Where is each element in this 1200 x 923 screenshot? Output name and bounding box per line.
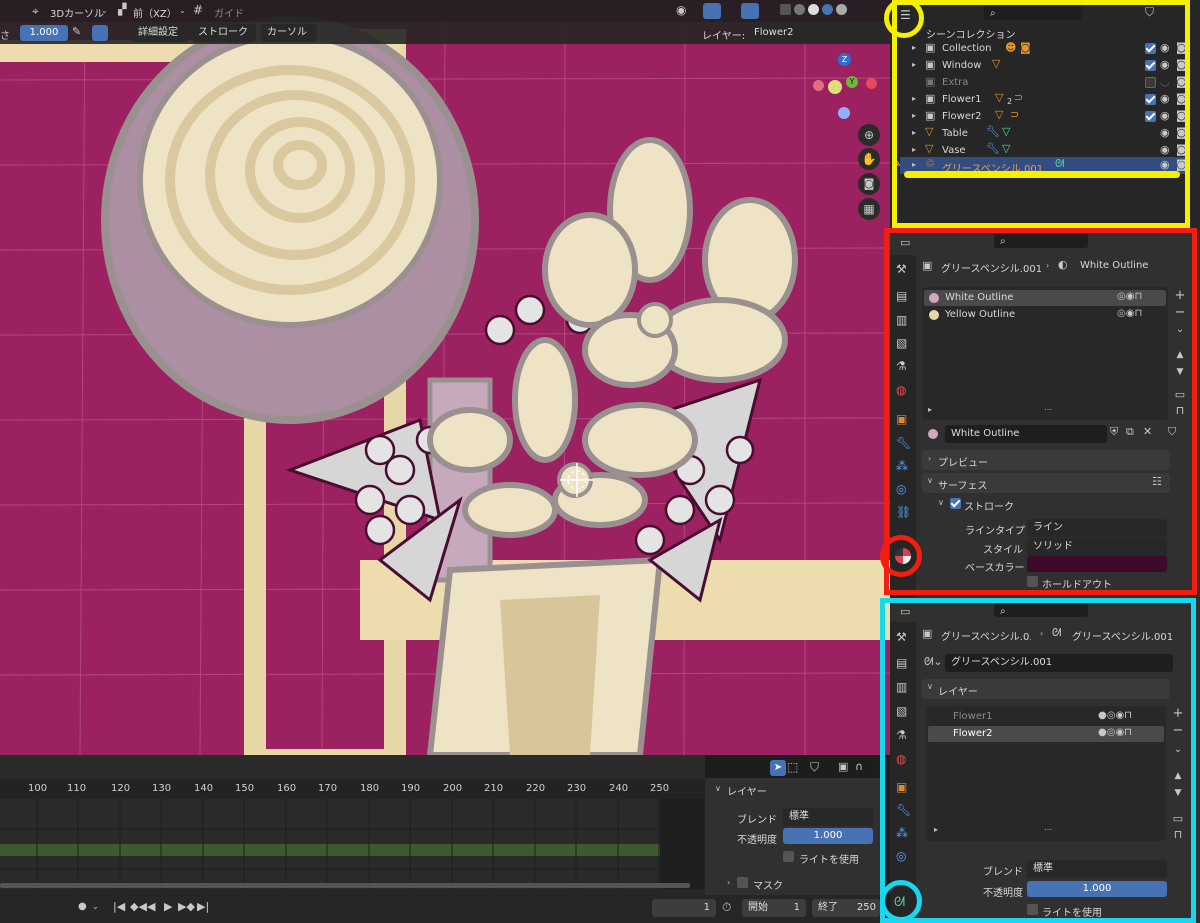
strength-field[interactable]: 1.000 [20,25,68,41]
next-keyframe-icon[interactable]: ▶◆ [178,900,195,913]
play-icon[interactable]: ▶ [164,900,172,913]
gizmo-x-neg[interactable] [813,80,824,91]
stopwatch-icon[interactable]: ⏱ [722,900,731,915]
timeline-grid [0,799,705,889]
pen-icon[interactable]: ✎ [72,25,81,38]
stroke-menu[interactable]: ストローク [192,24,256,42]
cursor-menu[interactable]: 3Dカーソル [50,5,104,20]
camera-icon[interactable]: ◙ [858,173,880,195]
layer-label: レイヤー: [702,31,746,42]
jump-end-icon[interactable]: ▶| [197,900,209,913]
viewport-scene [0,0,890,755]
jump-start-icon[interactable]: |◀ [113,900,125,913]
blend-dropdown[interactable]: 標準 [783,808,873,826]
strength-label: さ [0,31,10,42]
opacity-field[interactable]: 1.000 [783,828,873,844]
chevron-down-icon: ⌄ [101,6,108,15]
guide-grid-icon[interactable]: # [193,3,203,17]
zoom-icon[interactable]: ⊕ [858,124,880,146]
chevron-down-icon: ⌄ [92,902,99,911]
start-value: 1 [793,902,800,913]
opacity-label: 不透明度 [737,835,777,846]
view-icon[interactable]: ▞ [118,3,126,16]
gizmo-z-axis[interactable]: Z [838,53,851,66]
gizmo-center[interactable] [828,80,842,94]
tick-label: 190 [401,783,421,794]
playback-bar: ● ⌄ |◀ ◆◀ ◀ ▶ ▶◆ ▶| 1 ⏱ 開始 1 終了 250 [0,895,880,923]
tick-label: 180 [360,783,380,794]
start-label: 開始 [748,902,768,913]
select-box-icon[interactable]: ➤ [770,760,786,776]
tick-label: 100 [28,783,48,794]
keyframe-icon[interactable]: ▣ [838,760,848,773]
prev-keyframe-icon[interactable]: ◆◀ [130,900,147,913]
chevron-right-icon: › [727,878,731,887]
blend-label: ブレンド [737,815,777,826]
guide-menu[interactable]: ガイド [214,5,244,20]
box-select-icon[interactable]: ⬚ [787,760,798,774]
pressure-toggle[interactable] [92,25,108,41]
gizmo-y-axis[interactable]: Y [846,76,858,88]
chevron-down-icon: ⌄ [179,6,186,15]
mask-label[interactable]: マスク [753,877,783,892]
data-highlight-frame [880,598,1196,923]
current-frame-field[interactable]: 1 [652,899,716,917]
tick-label: 130 [152,783,172,794]
timeline-header [0,755,705,779]
timeline-sidebar: ∨ レイヤー ブレンド 標準 不透明度 1.000 ライトを使用 › マスク [705,778,880,895]
curve-icon[interactable]: ∩ [855,760,863,773]
timeline[interactable]: 100 110 120 130 140 150 160 170 180 190 … [0,755,705,895]
cursor-icon[interactable]: ⌖ [32,4,39,19]
layer-section-header[interactable]: レイヤー [727,783,767,798]
chevron-down-icon: ∨ [715,784,721,793]
tick-label: 200 [443,783,463,794]
timeline-ruler: 100 110 120 130 140 150 160 170 180 190 … [0,779,705,799]
tick-label: 120 [111,783,131,794]
material-highlight-frame [884,228,1197,595]
hand-pan-icon[interactable]: ✋ [858,148,880,170]
play-reverse-icon[interactable]: ◀ [147,900,155,913]
outliner-highlight-frame [892,0,1190,228]
data-tab-highlight-circle [880,880,922,922]
viewport[interactable]: ⌖ 3Dカーソル ⌄ ▞ 前（XZ） ⌄ # ガイド ◉ さ 1.000 ✎ 詳… [0,0,890,755]
shading-modes[interactable] [780,4,870,18]
tick-label: 170 [318,783,338,794]
tick-label: 240 [609,783,629,794]
cursor-settings-menu[interactable]: カーソル [261,24,317,42]
record-icon[interactable]: ● [78,901,87,912]
start-frame-field[interactable]: 開始 1 [742,899,806,917]
tick-label: 140 [194,783,214,794]
filter-icon[interactable]: ⛉ [810,760,819,775]
material-tab-highlight-circle [880,535,922,577]
mask-checkbox[interactable] [737,877,748,888]
overlay-toggle-button[interactable] [741,3,759,19]
end-value: 250 [856,902,876,913]
detail-settings-menu[interactable]: 詳細設定 [132,24,188,42]
view-menu[interactable]: 前（XZ） [133,5,177,20]
tick-label: 250 [650,783,670,794]
tick-label: 220 [526,783,546,794]
end-label: 終了 [818,902,838,913]
end-frame-field[interactable]: 終了 250 [812,899,880,917]
layer-dropdown[interactable]: Flower2 [748,24,884,42]
use-lights-label: ライトを使用 [799,855,859,866]
grid-icon[interactable]: ▦ [858,198,880,220]
tick-label: 110 [67,783,87,794]
tick-label: 150 [235,783,255,794]
gizmo-x-pos[interactable] [866,78,877,89]
tick-label: 160 [277,783,297,794]
use-lights-checkbox[interactable] [783,851,794,862]
overlay-eye-icon[interactable]: ◉ [676,3,686,17]
tick-label: 230 [567,783,587,794]
gizmo-toggle-button[interactable] [703,3,721,19]
tick-label: 210 [484,783,504,794]
gizmo-z-neg[interactable] [838,107,850,119]
